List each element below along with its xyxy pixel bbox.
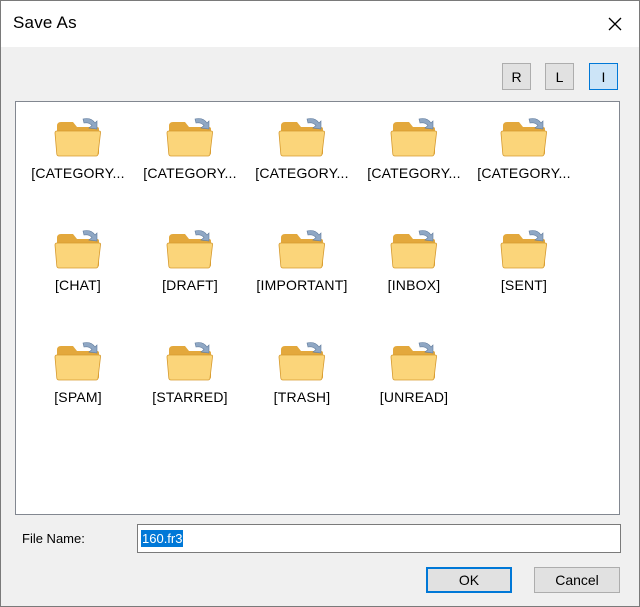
folder-icon [390,118,437,157]
folder-icon [390,342,437,381]
folder-item[interactable]: [CATEGORY... [22,114,134,204]
folder-label: [SENT] [500,277,548,293]
folder-label: [UNREAD] [379,389,449,405]
file-name-input[interactable]: 160.fr3 [137,524,621,553]
folder-item[interactable]: [CHAT] [22,226,134,316]
folder-icon [500,118,547,157]
folder-icon [278,230,325,269]
folder-label: [CHAT] [54,277,102,293]
title-bar[interactable]: Save As [1,1,639,47]
cancel-button[interactable]: Cancel [534,567,620,593]
folder-icon [500,230,547,269]
close-button[interactable] [601,10,629,38]
folder-pane[interactable]: [CATEGORY... [CATEGORY... [CATEGORY... [CAT… [15,101,620,515]
folder-item[interactable]: [TRASH] [246,338,358,428]
folder-label: [INBOX] [387,277,441,293]
folder-label: [CATEGORY... [367,165,461,181]
folder-item[interactable]: [CATEGORY... [246,114,358,204]
folder-label: [STARRED] [152,389,228,405]
dialog-title: Save As [13,13,77,32]
folder-item[interactable]: [INBOX] [358,226,470,316]
file-name-value: 160.fr3 [141,530,184,547]
folder-icon [166,230,213,269]
folder-icon [54,342,101,381]
folder-item[interactable]: [IMPORTANT] [246,226,358,316]
folder-icon [54,230,101,269]
folder-icon [278,342,325,381]
folder-item[interactable]: [SPAM] [22,338,134,428]
folder-item[interactable]: [CATEGORY... [468,114,580,204]
file-name-label: File Name: [22,531,85,546]
folder-label: [CATEGORY... [31,165,125,181]
folder-item[interactable]: [CATEGORY... [134,114,246,204]
folder-item[interactable]: [SENT] [468,226,580,316]
folder-icon [166,342,213,381]
save-as-dialog: Save As R L I [CATEGORY... [CATEGORY... [C… [0,0,640,607]
close-icon [608,17,622,31]
folder-label: [TRASH] [273,389,331,405]
folder-label: [CATEGORY... [255,165,349,181]
folder-item[interactable]: [UNREAD] [358,338,470,428]
folder-icon [278,118,325,157]
folder-label: [DRAFT] [162,277,218,293]
folder-label: [CATEGORY... [143,165,237,181]
view-report-button[interactable]: R [502,63,531,90]
folder-icon [166,118,213,157]
folder-item[interactable]: [DRAFT] [134,226,246,316]
folder-item[interactable]: [STARRED] [134,338,246,428]
folder-label: [SPAM] [54,389,102,405]
ok-button[interactable]: OK [426,567,512,593]
folder-label: [IMPORTANT] [256,277,348,293]
folder-icon [390,230,437,269]
folder-label: [CATEGORY... [477,165,571,181]
folder-item[interactable]: [CATEGORY... [358,114,470,204]
folder-icon [54,118,101,157]
view-list-button[interactable]: L [545,63,574,90]
view-icons-button[interactable]: I [589,63,618,90]
